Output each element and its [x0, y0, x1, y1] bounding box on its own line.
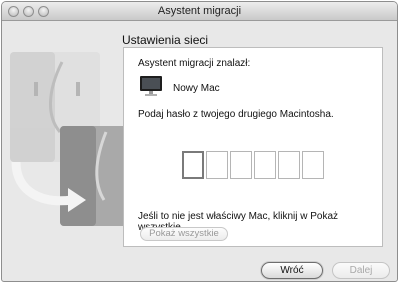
section-title: Ustawienia sieci [122, 33, 209, 47]
passcode-box[interactable] [230, 151, 252, 179]
network-settings-panel: Asystent migracji znalazł: Nowy Mac Poda… [123, 47, 383, 247]
passcode-box[interactable] [278, 151, 300, 179]
imac-icon [139, 76, 163, 96]
password-prompt: Podaj hasło z twojego drugiego Macintosh… [138, 109, 334, 120]
passcode-box[interactable] [182, 151, 204, 179]
passcode-box[interactable] [254, 151, 276, 179]
back-button[interactable]: Wróć [261, 262, 323, 279]
passcode-box[interactable] [302, 151, 324, 179]
finder-migration-icon [2, 22, 132, 262]
title-bar: Asystent migracji [2, 2, 397, 21]
found-label: Asystent migracji znalazł: [138, 58, 251, 69]
passcode-box[interactable] [206, 151, 228, 179]
migration-assistant-window: Asystent migracji Ustawienia sieci Asyst… [1, 1, 398, 282]
show-all-button[interactable]: Pokaż wszystkie [140, 227, 228, 241]
mac-name: Nowy Mac [173, 83, 220, 94]
next-button[interactable]: Dalej [332, 262, 390, 279]
window-title: Asystent migracji [157, 5, 242, 17]
